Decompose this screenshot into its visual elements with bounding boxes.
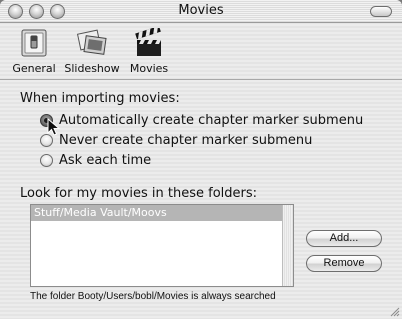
mouse-pointer-icon [47,118,61,136]
radio-label-ask: Ask each time [59,153,152,168]
radio-button[interactable] [40,154,53,167]
add-button[interactable]: Add... [306,230,382,247]
toolbar: General Slideshow Movies [0,23,402,80]
radio-never-create[interactable]: Never create chapter marker submenu [40,133,312,148]
search-note: The folder Booty/Users/bobl/Movies is al… [30,291,276,302]
toolbar-label-general: General [12,62,56,75]
import-section-heading: When importing movies: [20,91,180,106]
toolbar-label-slideshow: Slideshow [64,62,120,75]
radio-ask-each-time[interactable]: Ask each time [40,153,151,168]
toolbar-item-slideshow[interactable]: Slideshow [64,26,120,75]
title-bar[interactable]: Movies [0,0,402,23]
resize-grip-icon[interactable] [388,305,400,317]
clapperboard-icon [129,26,169,60]
toolbar-item-general[interactable]: General [12,26,56,75]
radio-label-automatically: Automatically create chapter marker subm… [59,113,364,128]
toolbar-label-movies: Movies [129,62,169,75]
list-scrollbar[interactable] [282,205,293,286]
preferences-window: Movies General Slideshow Movies When imp… [0,0,402,319]
slideshow-icon [72,26,112,60]
list-item[interactable]: Stuff/Media Vault/Moovs [31,205,282,221]
window-title: Movies [178,3,224,18]
toolbar-toggle-button[interactable] [370,6,392,17]
toolbar-item-movies[interactable]: Movies [126,26,172,75]
folders-section-heading: Look for my movies in these folders: [20,186,258,201]
switch-icon [14,26,54,60]
folders-list[interactable]: Stuff/Media Vault/Moovs [30,204,294,287]
radio-label-never: Never create chapter marker submenu [59,133,313,148]
radio-automatically-create[interactable]: Automatically create chapter marker subm… [40,113,363,128]
remove-button[interactable]: Remove [306,255,382,272]
